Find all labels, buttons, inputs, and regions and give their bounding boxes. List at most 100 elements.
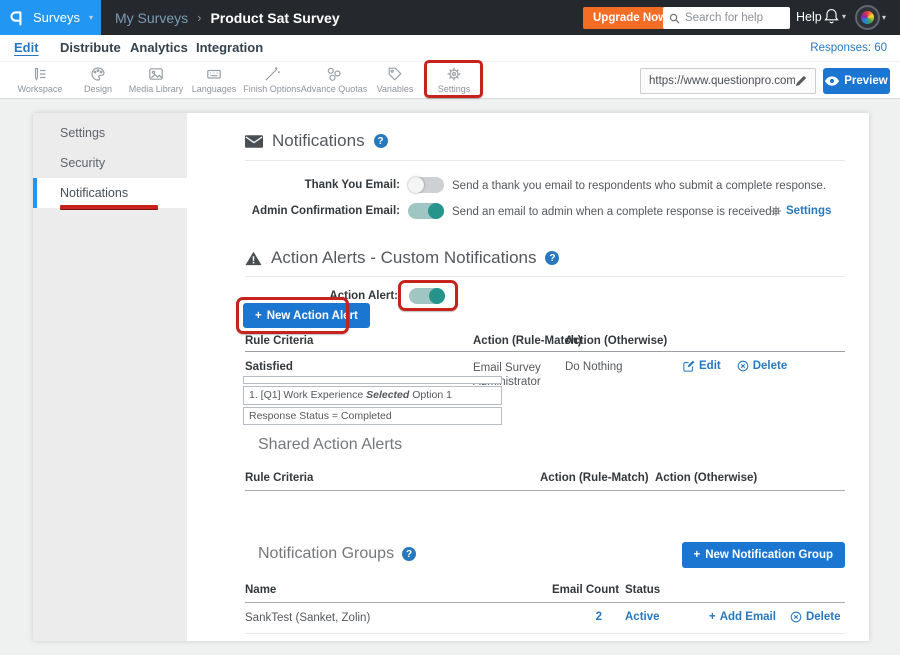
gear-icon bbox=[770, 205, 782, 217]
avatar bbox=[855, 5, 880, 30]
admin-settings-container: Settings bbox=[770, 204, 831, 222]
group-email-count-link[interactable]: 2 bbox=[552, 611, 602, 623]
criteria-box-2[interactable]: Response Status = Completed bbox=[243, 407, 502, 425]
toolbar-item-variables[interactable]: Variables bbox=[365, 66, 425, 94]
action-alerts-section-title: Action Alerts - Custom Notifications ? bbox=[245, 248, 559, 268]
circle-x-icon bbox=[790, 611, 802, 623]
settings-card: Settings Security Notifications Notifica… bbox=[33, 113, 869, 641]
toggle-knob bbox=[408, 177, 424, 193]
delete-group-link[interactable]: Delete bbox=[790, 611, 841, 623]
preview-button[interactable]: Preview bbox=[823, 68, 890, 94]
survey-nav-tabs: Edit Distribute Analytics Integration Re… bbox=[0, 35, 900, 61]
add-email-link[interactable]: + Add Email bbox=[709, 611, 776, 623]
help-search-input[interactable] bbox=[685, 12, 784, 24]
toolbar-item-settings[interactable]: Settings bbox=[426, 66, 482, 94]
rule-status: Satisfied bbox=[245, 361, 293, 373]
product-menu[interactable]: Surveys ▾ bbox=[0, 0, 101, 35]
thank-you-email-label: Thank You Email: bbox=[200, 179, 400, 191]
new-action-alert-button[interactable]: + New Action Alert bbox=[243, 303, 370, 328]
caret-down-icon: ▾ bbox=[842, 12, 846, 21]
criteria-highlight: Selected bbox=[366, 389, 409, 401]
plus-icon: + bbox=[255, 310, 262, 322]
action-alerts-title-text: Action Alerts - Custom Notifications bbox=[271, 248, 536, 268]
toolbar-item-workspace[interactable]: Workspace bbox=[10, 66, 70, 94]
questionpro-survey-settings-screen: Surveys ▾ My Surveys › Product Sat Surve… bbox=[0, 0, 900, 655]
notifications-bell-button[interactable]: ▾ bbox=[823, 7, 846, 25]
caret-down-icon: ▾ bbox=[89, 13, 93, 22]
bell-icon bbox=[823, 7, 840, 25]
col-header-action-otherwise: Action (Otherwise) bbox=[655, 472, 757, 484]
envelope-icon bbox=[245, 135, 263, 148]
tab-distribute[interactable]: Distribute bbox=[60, 40, 121, 55]
avatar-pinwheel-icon bbox=[861, 11, 874, 24]
edit-toolbar: Workspace Design Media Library Languages… bbox=[0, 61, 900, 99]
add-email-label: Add Email bbox=[720, 611, 776, 623]
edit-alert-link[interactable]: Edit bbox=[683, 360, 721, 372]
toolbar-label: Advance Quotas bbox=[301, 84, 368, 94]
col-header-action-match: Action (Rule-Match) bbox=[540, 472, 649, 484]
toolbar-item-media-library[interactable]: Media Library bbox=[121, 66, 191, 94]
tab-edit[interactable]: Edit bbox=[14, 40, 39, 55]
group-status-link[interactable]: Active bbox=[625, 611, 660, 623]
breadcrumb-parent[interactable]: My Surveys bbox=[115, 10, 188, 26]
toolbar-label: Languages bbox=[192, 84, 237, 94]
sidebar-item-settings[interactable]: Settings bbox=[33, 118, 187, 148]
delete-alert-link[interactable]: Delete bbox=[737, 360, 788, 372]
action-alert-toggle-label: Action Alert: bbox=[278, 290, 398, 302]
admin-confirmation-description: Send an email to admin when a complete r… bbox=[452, 206, 775, 218]
toolbar-label: Workspace bbox=[18, 84, 63, 94]
tab-integration[interactable]: Integration bbox=[196, 40, 263, 55]
product-menu-label: Surveys bbox=[33, 10, 80, 25]
criteria-box-empty[interactable] bbox=[243, 376, 502, 384]
topbar: Surveys ▾ My Surveys › Product Sat Surve… bbox=[0, 0, 900, 35]
col-header-rule-criteria: Rule Criteria bbox=[245, 335, 313, 347]
action-rule-match-cell: Email Survey Administrator bbox=[473, 361, 555, 389]
action-alert-toggle[interactable] bbox=[409, 288, 445, 304]
breadcrumb-separator-icon: › bbox=[197, 10, 201, 25]
delete-label: Delete bbox=[753, 360, 788, 372]
help-link[interactable]: Help bbox=[796, 10, 822, 24]
survey-url-field[interactable]: https://www.questionpro.com/t/ bbox=[640, 68, 816, 94]
edit-pencil-icon bbox=[683, 360, 695, 372]
criteria-text: Option 1 bbox=[409, 389, 452, 401]
criteria-box-1[interactable]: 1. [Q1] Work Experience Selected Option … bbox=[243, 386, 502, 405]
thank-you-email-toggle[interactable] bbox=[408, 177, 444, 193]
admin-settings-link[interactable]: Settings bbox=[770, 205, 831, 217]
toolbar-item-design[interactable]: Design bbox=[68, 66, 128, 94]
warning-triangle-icon bbox=[245, 251, 262, 266]
caret-down-icon: ▾ bbox=[882, 13, 886, 22]
search-icon bbox=[669, 13, 680, 24]
toggle-knob bbox=[428, 203, 444, 219]
responses-count[interactable]: Responses: 60 bbox=[810, 42, 887, 54]
tab-analytics[interactable]: Analytics bbox=[130, 40, 188, 55]
help-circle-icon[interactable]: ? bbox=[545, 251, 559, 265]
workspace-icon bbox=[10, 66, 70, 84]
action-otherwise-cell: Do Nothing bbox=[565, 361, 623, 373]
col-header-action-otherwise: Action (Otherwise) bbox=[565, 335, 667, 347]
toolbar-label: Media Library bbox=[129, 84, 184, 94]
survey-url-text: https://www.questionpro.com/t/ bbox=[649, 75, 795, 87]
tag-icon bbox=[365, 66, 425, 84]
account-menu-button[interactable]: ▾ bbox=[855, 5, 886, 30]
toolbar-label: Design bbox=[84, 84, 112, 94]
col-header-email-count: Email Count bbox=[552, 584, 619, 596]
plus-icon: + bbox=[694, 549, 701, 561]
toolbar-label: Settings bbox=[438, 84, 471, 94]
admin-confirmation-toggle[interactable] bbox=[408, 203, 444, 219]
edit-url-pencil-icon[interactable] bbox=[795, 75, 807, 87]
help-circle-icon[interactable]: ? bbox=[402, 547, 416, 561]
sidebar-item-security[interactable]: Security bbox=[33, 148, 187, 178]
toolbar-label: Finish Options bbox=[243, 84, 301, 94]
keyboard-icon bbox=[184, 66, 244, 84]
new-notification-group-label: New Notification Group bbox=[705, 549, 833, 561]
thank-you-email-description: Send a thank you email to respondents wh… bbox=[452, 180, 826, 192]
toolbar-item-advance-quotas[interactable]: Advance Quotas bbox=[297, 66, 371, 94]
new-action-alert-label: New Action Alert bbox=[267, 310, 358, 322]
admin-settings-label: Settings bbox=[786, 205, 831, 217]
new-notification-group-button[interactable]: + New Notification Group bbox=[682, 542, 846, 568]
help-circle-icon[interactable]: ? bbox=[374, 134, 388, 148]
table-header-divider bbox=[245, 351, 845, 352]
toolbar-item-languages[interactable]: Languages bbox=[184, 66, 244, 94]
shared-alerts-title: Shared Action Alerts bbox=[258, 436, 402, 454]
sidebar-item-notifications[interactable]: Notifications bbox=[33, 178, 187, 208]
